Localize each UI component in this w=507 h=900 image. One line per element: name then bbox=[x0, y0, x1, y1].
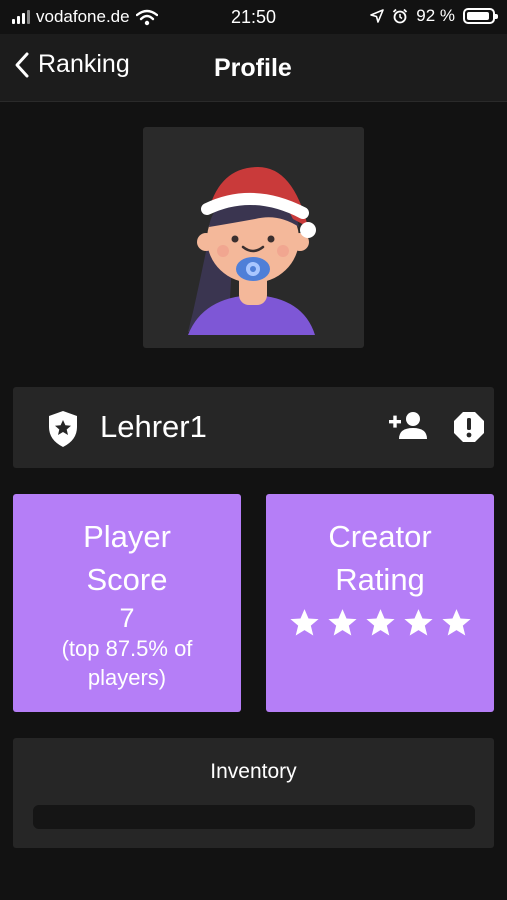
battery-percent: 92 % bbox=[416, 6, 455, 25]
report-icon[interactable] bbox=[453, 411, 485, 443]
alarm-icon bbox=[393, 8, 408, 24]
avatar-illustration bbox=[188, 167, 316, 335]
back-button[interactable]: Ranking bbox=[14, 50, 130, 79]
star-icon bbox=[441, 609, 471, 636]
creator-rating-title: Creator Rating bbox=[266, 494, 494, 601]
creator-rating-card: Creator Rating bbox=[266, 494, 494, 712]
add-friend-icon[interactable] bbox=[389, 411, 427, 439]
player-score-note-line1: (top 87.5% of bbox=[61, 636, 193, 661]
status-bar: vodafone.de 21:50 92 % bbox=[0, 0, 507, 34]
inventory-bar[interactable] bbox=[33, 805, 475, 829]
player-score-title-line1: Player bbox=[83, 519, 171, 554]
shield-star-icon bbox=[49, 411, 77, 447]
inventory-title: Inventory bbox=[210, 760, 297, 783]
inventory-card: Inventory bbox=[13, 738, 494, 848]
star-icon bbox=[327, 609, 357, 636]
star-icon bbox=[365, 609, 395, 636]
avatar bbox=[143, 127, 364, 348]
page-title: Profile bbox=[214, 54, 292, 82]
player-score-card: Player Score 7 (top 87.5% of players) bbox=[13, 494, 241, 712]
back-chevron-icon bbox=[15, 52, 29, 77]
user-info-row: Lehrer1 bbox=[13, 387, 494, 468]
player-score-value: 7 bbox=[119, 603, 135, 633]
username: Lehrer1 bbox=[100, 409, 207, 444]
creator-rating-title-line2: Rating bbox=[335, 562, 425, 597]
battery-icon bbox=[463, 8, 498, 24]
creator-rating-title-line1: Creator bbox=[328, 519, 432, 554]
star-icon bbox=[403, 609, 433, 636]
player-score-note-line2: players) bbox=[87, 665, 167, 690]
battery-level bbox=[467, 12, 490, 20]
back-label: Ranking bbox=[38, 50, 130, 78]
player-score-title-line2: Score bbox=[86, 562, 168, 597]
location-icon bbox=[370, 9, 385, 23]
rating-stars bbox=[266, 608, 494, 638]
nav-bar: Ranking Profile bbox=[0, 34, 507, 102]
player-score-title: Player Score bbox=[13, 494, 241, 601]
star-icon bbox=[289, 609, 319, 636]
status-right: 92 % bbox=[370, 6, 498, 26]
